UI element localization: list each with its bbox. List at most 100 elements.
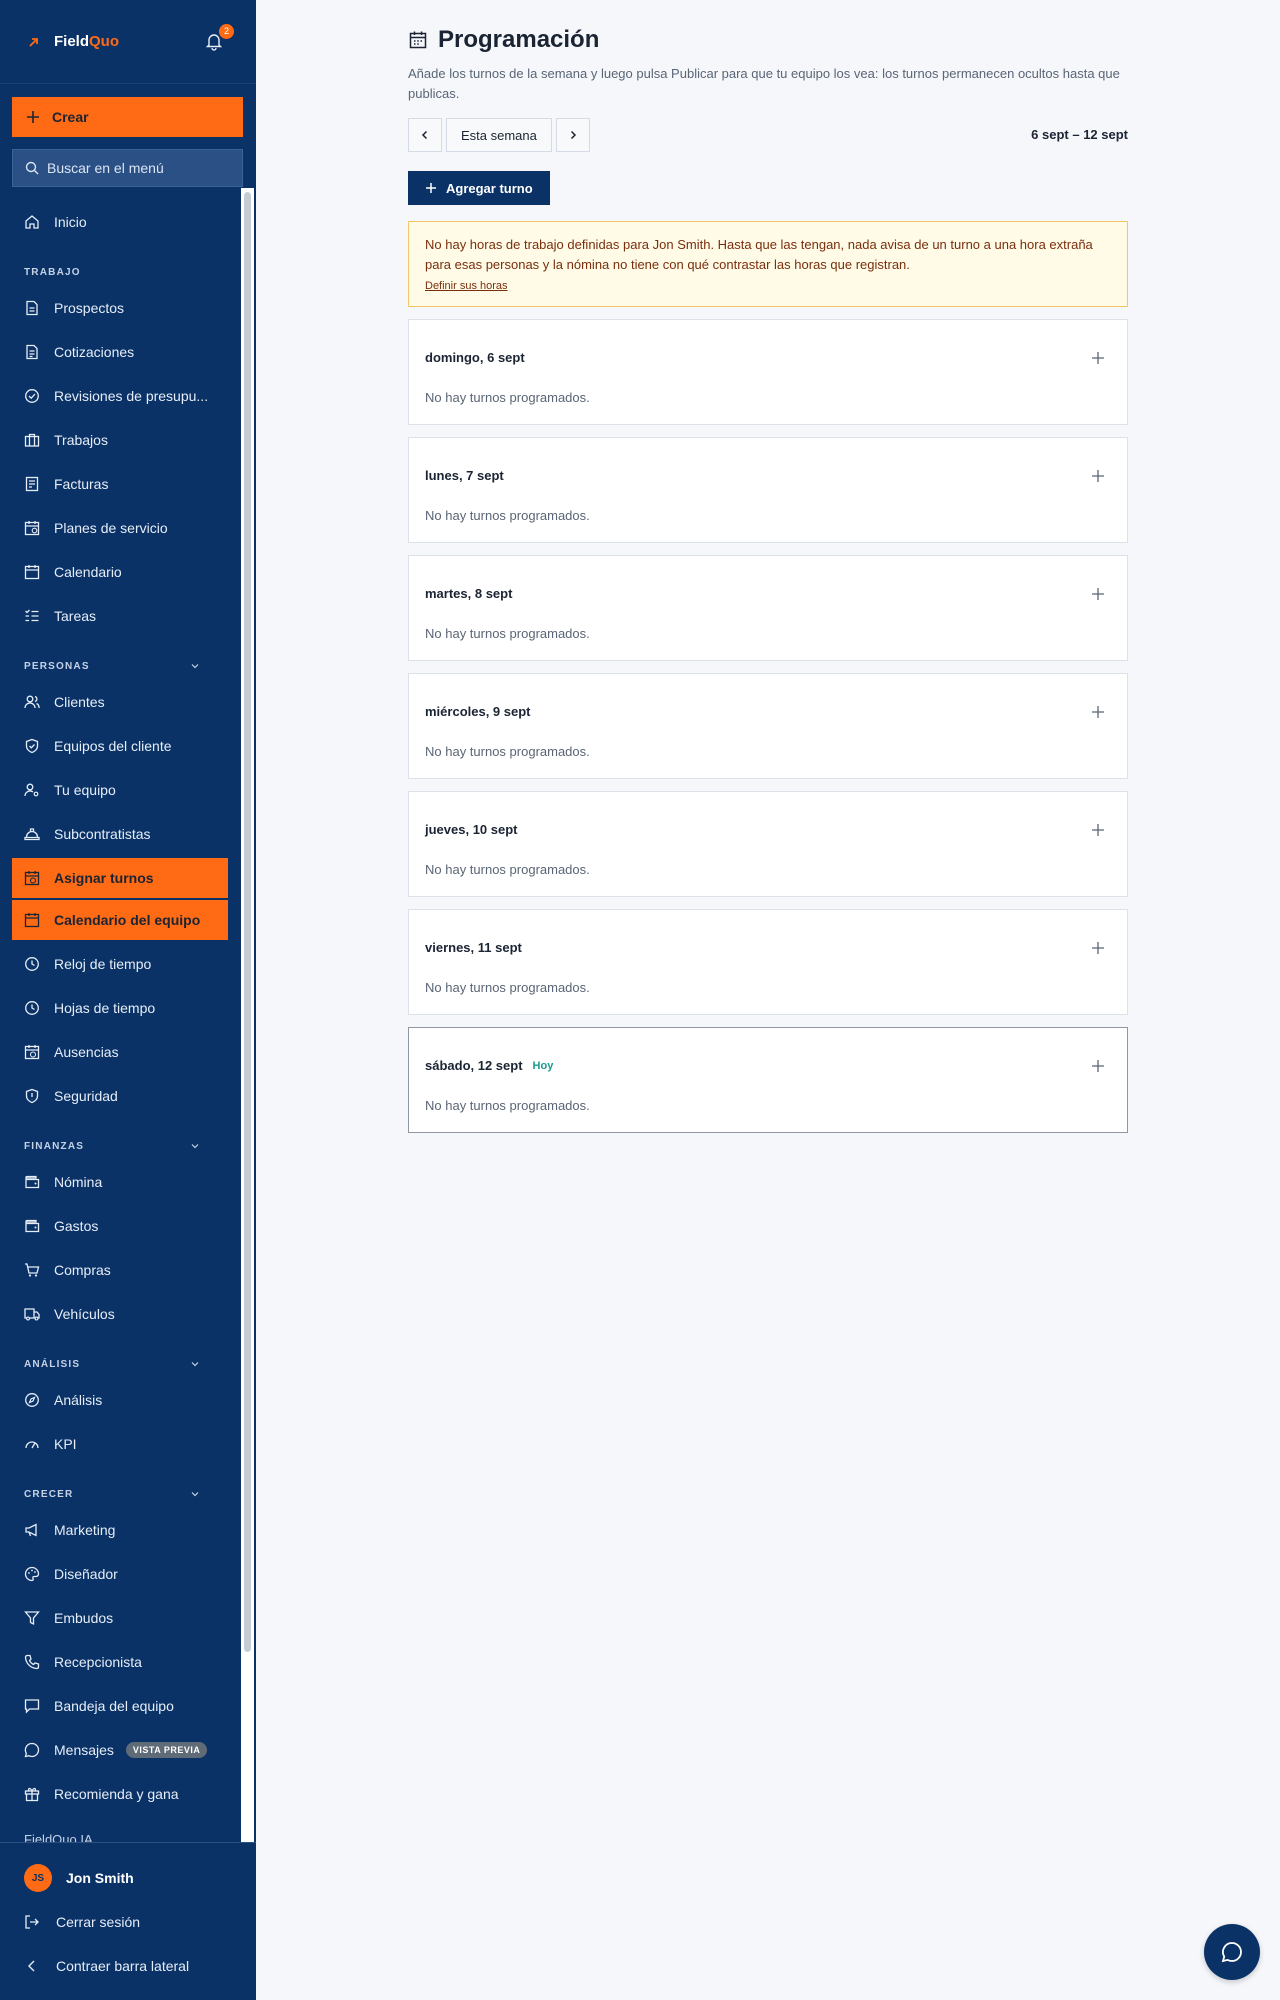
next-week-button[interactable] xyxy=(555,118,590,152)
calendar-refresh-icon xyxy=(24,521,40,536)
section-finanzas[interactable]: FINANZAS xyxy=(0,1118,240,1160)
empty-message: No hay turnos programados. xyxy=(425,862,590,877)
sidebar-scroll-thumb[interactable] xyxy=(244,192,251,1652)
sidebar-item-compras[interactable]: Compras xyxy=(0,1248,240,1292)
user-name: Jon Smith xyxy=(66,1870,134,1886)
warning-text: No hay horas de trabajo definidas para J… xyxy=(425,237,1093,272)
sidebar-item-gastos[interactable]: Gastos xyxy=(0,1204,240,1248)
sidebar-item-revisiones[interactable]: Revisiones de presupu... xyxy=(0,374,240,418)
sidebar-item-prospectos[interactable]: Prospectos xyxy=(0,286,240,330)
sidebar-item-clientes[interactable]: Clientes xyxy=(0,680,240,724)
add-shift-day-icon[interactable] xyxy=(1091,823,1105,837)
collapse-sidebar-button[interactable]: Contraer barra lateral xyxy=(24,1958,189,1974)
sidebar-item-ai[interactable]: FieldQuo IA xyxy=(24,1832,93,1842)
sidebar-item-recomienda[interactable]: Recomienda y gana xyxy=(0,1772,240,1816)
check-circle-icon xyxy=(25,389,39,403)
sidebar-item-analisis[interactable]: Análisis xyxy=(0,1378,240,1422)
section-label: TRABAJO xyxy=(24,266,81,278)
sidebar-item-calendario-equipo[interactable]: Calendario del equipo xyxy=(12,900,228,940)
add-shift-day-icon[interactable] xyxy=(1091,469,1105,483)
sidebar-item-vehiculos[interactable]: Vehículos xyxy=(0,1292,240,1336)
sidebar-item-nomina[interactable]: Nómina xyxy=(0,1160,240,1204)
section-personas[interactable]: PERSONAS xyxy=(0,638,240,680)
add-shift-day-icon[interactable] xyxy=(1091,1059,1105,1073)
sidebar-item-inicio[interactable]: Inicio xyxy=(0,200,240,244)
menu-search-placeholder: Buscar en el menú xyxy=(47,160,164,176)
day-card-today: sábado, 12 sept Hoy No hay turnos progra… xyxy=(408,1027,1128,1133)
palette-icon xyxy=(24,1566,40,1582)
sidebar-item-label: FieldQuo IA xyxy=(24,1832,93,1842)
sidebar-item-trabajos[interactable]: Trabajos xyxy=(0,418,240,462)
user-profile[interactable]: JS Jon Smith xyxy=(24,1864,134,1892)
sidebar-item-label: Calendario xyxy=(54,564,122,580)
chat-square-icon xyxy=(24,1699,40,1714)
sidebar-item-label: Planes de servicio xyxy=(54,520,168,536)
menu-search-input[interactable]: Buscar en el menú xyxy=(12,149,243,187)
add-shift-day-icon[interactable] xyxy=(1091,351,1105,365)
add-shift-day-icon[interactable] xyxy=(1091,941,1105,955)
sidebar-item-tu-equipo[interactable]: Tu equipo xyxy=(0,768,240,812)
sidebar-item-label: Bandeja del equipo xyxy=(54,1698,174,1714)
section-crecer[interactable]: CRECER xyxy=(0,1466,240,1508)
sidebar-nav: Inicio TRABAJO Prospectos Cotizaciones R… xyxy=(0,200,240,1816)
calendar-clock-icon xyxy=(24,1045,40,1060)
add-shift-label: Agregar turno xyxy=(446,180,533,196)
filter-icon xyxy=(24,1611,40,1626)
add-shift-day-icon[interactable] xyxy=(1091,705,1105,719)
plus-icon xyxy=(27,111,39,123)
logo[interactable]: FieldQuo xyxy=(28,33,119,50)
sidebar-item-calendario[interactable]: Calendario xyxy=(0,550,240,594)
sidebar-item-ausencias[interactable]: Ausencias xyxy=(0,1030,240,1074)
add-shift-day-icon[interactable] xyxy=(1091,587,1105,601)
chat-bubble-icon xyxy=(1221,1942,1242,1963)
sidebar-item-reloj[interactable]: Reloj de tiempo xyxy=(0,942,240,986)
sidebar-item-label: Inicio xyxy=(54,214,87,230)
section-analisis[interactable]: ANÁLISIS xyxy=(0,1336,240,1378)
sidebar-item-recepcionista[interactable]: Recepcionista xyxy=(0,1640,240,1684)
day-label: jueves, 10 sept xyxy=(425,822,518,837)
sidebar-item-label: Revisiones de presupu... xyxy=(54,388,209,404)
sidebar-item-cotizaciones[interactable]: Cotizaciones xyxy=(0,330,240,374)
gauge-icon xyxy=(25,1441,39,1449)
document-icon xyxy=(26,344,38,360)
sidebar-item-planes[interactable]: Planes de servicio xyxy=(0,506,240,550)
sidebar-item-marketing[interactable]: Marketing xyxy=(0,1508,240,1552)
sidebar-item-asignar-turnos[interactable]: Asignar turnos xyxy=(12,858,228,898)
sidebar-item-embudos[interactable]: Embudos xyxy=(0,1596,240,1640)
sidebar-item-bandeja[interactable]: Bandeja del equipo xyxy=(0,1684,240,1728)
sidebar-item-label: Trabajos xyxy=(54,432,108,448)
notifications-button[interactable]: 2 xyxy=(204,23,234,53)
sidebar-item-equipos-cliente[interactable]: Equipos del cliente xyxy=(0,724,240,768)
day-label: sábado, 12 sept xyxy=(425,1058,523,1073)
sidebar-item-mensajes[interactable]: Mensajes VISTA PREVIA xyxy=(0,1728,240,1772)
day-card: domingo, 6 sept No hay turnos programado… xyxy=(408,319,1128,425)
prev-week-button[interactable] xyxy=(408,118,442,152)
chat-support-button[interactable] xyxy=(1204,1924,1260,1980)
sidebar-item-label: Gastos xyxy=(54,1218,99,1234)
file-icon xyxy=(26,300,38,316)
sidebar-item-facturas[interactable]: Facturas xyxy=(0,462,240,506)
sidebar-item-subcontratistas[interactable]: Subcontratistas xyxy=(0,812,240,856)
chat-bubble-icon xyxy=(24,1742,40,1758)
define-hours-link[interactable]: Definir sus horas xyxy=(425,276,508,296)
sidebar-item-disenador[interactable]: Diseñador xyxy=(0,1552,240,1596)
day-card: martes, 8 sept No hay turnos programados… xyxy=(408,555,1128,661)
empty-message: No hay turnos programados. xyxy=(425,980,590,995)
create-button[interactable]: Crear xyxy=(12,97,243,137)
logout-button[interactable]: Cerrar sesión xyxy=(24,1914,140,1930)
this-week-button[interactable]: Esta semana xyxy=(446,118,552,152)
sidebar-item-label: Facturas xyxy=(54,476,109,492)
sidebar-item-kpi[interactable]: KPI xyxy=(0,1422,240,1466)
day-card: jueves, 10 sept No hay turnos programado… xyxy=(408,791,1128,897)
add-shift-button[interactable]: Agregar turno xyxy=(408,171,550,205)
day-title: viernes, 11 sept xyxy=(425,940,522,955)
sidebar-item-label: Mensajes xyxy=(54,1742,114,1758)
sidebar-item-seguridad[interactable]: Seguridad xyxy=(0,1074,240,1118)
day-card: lunes, 7 sept No hay turnos programados. xyxy=(408,437,1128,543)
sidebar-item-hojas[interactable]: Hojas de tiempo xyxy=(0,986,240,1030)
week-range: 6 sept – 12 sept xyxy=(1031,127,1128,142)
page-title: Programación xyxy=(438,26,600,53)
empty-message: No hay turnos programados. xyxy=(425,744,590,759)
clock-icon xyxy=(25,1001,39,1015)
sidebar-item-tareas[interactable]: Tareas xyxy=(0,594,240,638)
